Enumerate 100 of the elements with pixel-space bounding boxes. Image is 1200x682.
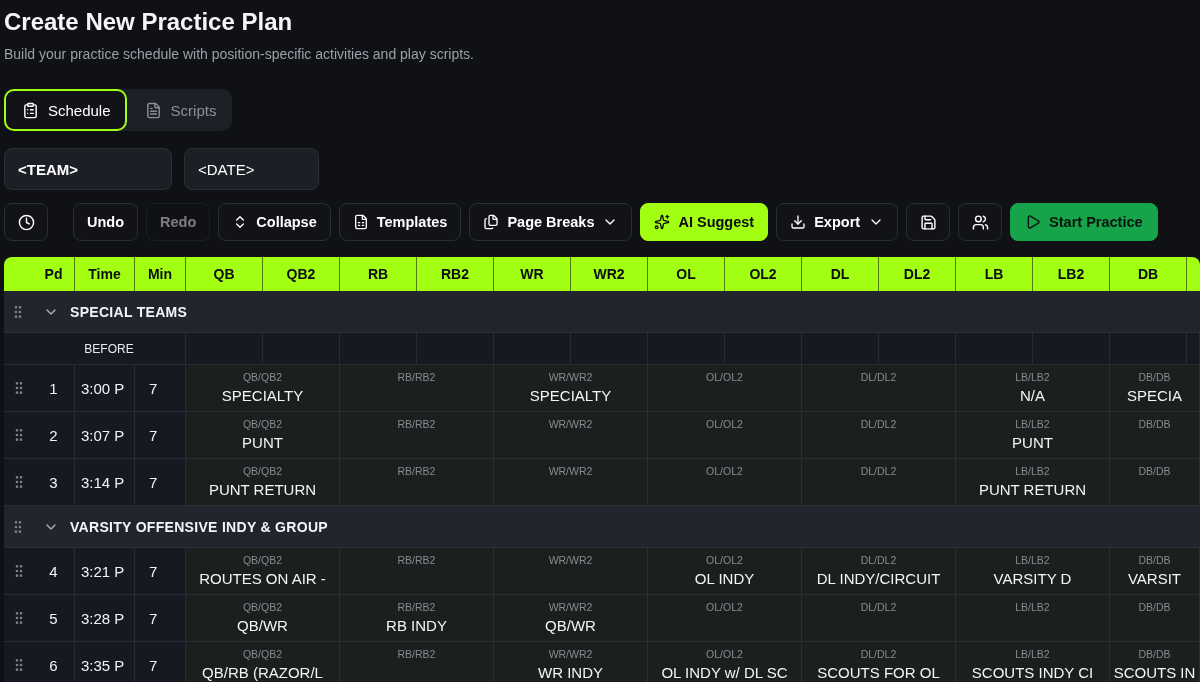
position-label: DB/DB (1138, 553, 1171, 567)
activity-cell[interactable]: QB/QB2 QB/WR (186, 595, 340, 642)
activity-cell[interactable]: LB/LB2 N/A (956, 365, 1110, 412)
position-label: OL/OL2 (706, 464, 743, 478)
activity-cell[interactable]: WR/WR2 (494, 412, 648, 459)
page-breaks-button[interactable]: Page Breaks (469, 203, 633, 241)
activity-cell[interactable]: DB/DB (1110, 459, 1200, 506)
page-subtitle: Build your practice schedule with position-specific activities and play scripts. (4, 45, 474, 64)
position-label: OL/OL2 (706, 417, 743, 431)
column-header: Time (75, 257, 135, 291)
users-icon (971, 213, 989, 231)
position-label: QB/QB2 (242, 647, 283, 661)
activity-cell[interactable]: RB/RB2 (340, 548, 494, 595)
position-label: OL/OL2 (706, 553, 743, 567)
position-label: OL/OL2 (706, 600, 743, 614)
activity-cell[interactable]: WR/WR2 QB/WR (494, 595, 648, 642)
column-header: QB2 (263, 257, 340, 291)
position-label: LB/LB2 (1015, 600, 1050, 614)
activity-cell[interactable]: DB/DB (1110, 595, 1200, 642)
activity-cell[interactable]: DL/DL2 SCOUTS FOR OL (802, 642, 956, 682)
export-button[interactable]: Export (776, 203, 899, 241)
activity-text: SCOUTS IN (1113, 664, 1196, 681)
column-header: Min (135, 257, 186, 291)
activity-cell[interactable]: DB/DB (1110, 412, 1200, 459)
activity-text: QB/WR (545, 617, 596, 634)
activity-cell[interactable]: LB/LB2 VARSITY D (956, 548, 1110, 595)
minutes-cell: 7 (135, 365, 186, 412)
position-label: DB/DB (1138, 370, 1171, 384)
activity-cell[interactable]: DL/DL2 (802, 412, 956, 459)
activity-cell[interactable]: QB/QB2 PUNT RETURN (186, 459, 340, 506)
activity-cell[interactable]: LB/LB2 PUNT RETURN (956, 459, 1110, 506)
activity-cell[interactable]: RB/RB2 RB INDY (340, 595, 494, 642)
activity-cell[interactable]: WR/WR2 SPECIALTY (494, 365, 648, 412)
ai-suggest-button[interactable]: AI Suggest (640, 203, 769, 241)
team-field[interactable]: <TEAM> (4, 148, 172, 190)
download-icon (790, 214, 807, 230)
period-cell: 3 (33, 459, 75, 506)
collapse-button[interactable]: Collapse (218, 203, 331, 241)
column-header: WR (494, 257, 571, 291)
position-label: WR/WR2 (548, 464, 593, 478)
activity-text: DL INDY/CIRCUIT (816, 570, 941, 587)
activity-cell[interactable]: DB/DB SCOUTS IN (1110, 642, 1200, 682)
position-label: LB/LB2 (1015, 417, 1050, 431)
document-icon (144, 101, 162, 119)
undo-button[interactable]: Undo (73, 203, 139, 241)
position-label: DL/DL2 (860, 464, 897, 478)
activity-cell[interactable]: OL/OL2 (648, 412, 802, 459)
activity-cell[interactable]: WR/WR2 (494, 548, 648, 595)
activity-cell[interactable]: DL/DL2 DL INDY/CIRCUIT (802, 548, 956, 595)
save-button[interactable] (906, 203, 951, 241)
activity-cell[interactable]: RB/RB2 (340, 412, 494, 459)
activity-cell[interactable]: RB/RB2 (340, 365, 494, 412)
position-label: RB/RB2 (397, 647, 436, 661)
minutes-cell: 7 (135, 595, 186, 642)
activity-cell[interactable]: WR/WR2 WR INDY (494, 642, 648, 682)
column-header: WR2 (571, 257, 648, 291)
tab[interactable]: Scripts (126, 89, 233, 131)
activity-cell[interactable]: OL/OL2 (648, 595, 802, 642)
clock-icon (17, 213, 35, 231)
activity-cell[interactable]: WR/WR2 (494, 459, 648, 506)
activity-cell[interactable]: OL/OL2 OL INDY w/ DL SC (648, 642, 802, 682)
activity-cell[interactable]: QB/QB2 ROUTES ON AIR - (186, 548, 340, 595)
time-cell: 3:14 P (75, 459, 135, 506)
templates-button[interactable]: Templates (338, 203, 462, 241)
position-label: WR/WR2 (548, 600, 593, 614)
column-header: Pd (4, 257, 75, 291)
date-field[interactable]: <DATE> (184, 148, 319, 190)
activity-cell[interactable]: DL/DL2 (802, 459, 956, 506)
users-button[interactable] (958, 203, 1003, 241)
column-header: OL2 (725, 257, 802, 291)
activity-cell[interactable]: RB/RB2 (340, 459, 494, 506)
activity-cell[interactable]: DL/DL2 (802, 365, 956, 412)
activity-text: SPECIA (1127, 387, 1182, 404)
activity-cell[interactable]: QB/QB2 PUNT (186, 412, 340, 459)
activity-cell[interactable]: LB/LB2 PUNT (956, 412, 1110, 459)
column-header: DB (1110, 257, 1187, 291)
position-label: RB/RB2 (397, 370, 436, 384)
activity-cell[interactable]: OL/OL2 (648, 459, 802, 506)
activity-cell[interactable]: RB/RB2 (340, 642, 494, 682)
clock-button[interactable] (4, 203, 48, 241)
activity-cell[interactable]: DB/DB VARSIT (1110, 548, 1200, 595)
activity-text: WR INDY (538, 664, 603, 681)
activity-cell[interactable]: QB/QB2 SPECIALTY (186, 365, 340, 412)
activity-cell[interactable]: LB/LB2 SCOUTS INDY CI (956, 642, 1110, 682)
section-title: VARSITY OFFENSIVE INDY & GROUP (70, 518, 328, 535)
activity-text: PUNT RETURN (978, 481, 1087, 498)
document-grid-icon (352, 214, 369, 230)
activity-cell[interactable]: LB/LB2 (956, 595, 1110, 642)
activity-text: PUNT (242, 434, 283, 451)
activity-cell[interactable]: OL/OL2 OL INDY (648, 548, 802, 595)
activity-cell[interactable]: OL/OL2 (648, 365, 802, 412)
stacked-pages-icon (483, 214, 500, 230)
activity-text: PUNT RETURN (208, 481, 317, 498)
section-title: SPECIAL TEAMS (70, 303, 188, 320)
column-header: DL2 (879, 257, 956, 291)
start-practice-button[interactable]: Start Practice (1010, 203, 1158, 241)
activity-cell[interactable]: DB/DB SPECIA (1110, 365, 1200, 412)
activity-cell[interactable]: QB/QB2 QB/RB (RAZOR/L (186, 642, 340, 682)
tab[interactable]: Schedule (4, 89, 127, 131)
activity-cell[interactable]: DL/DL2 (802, 595, 956, 642)
